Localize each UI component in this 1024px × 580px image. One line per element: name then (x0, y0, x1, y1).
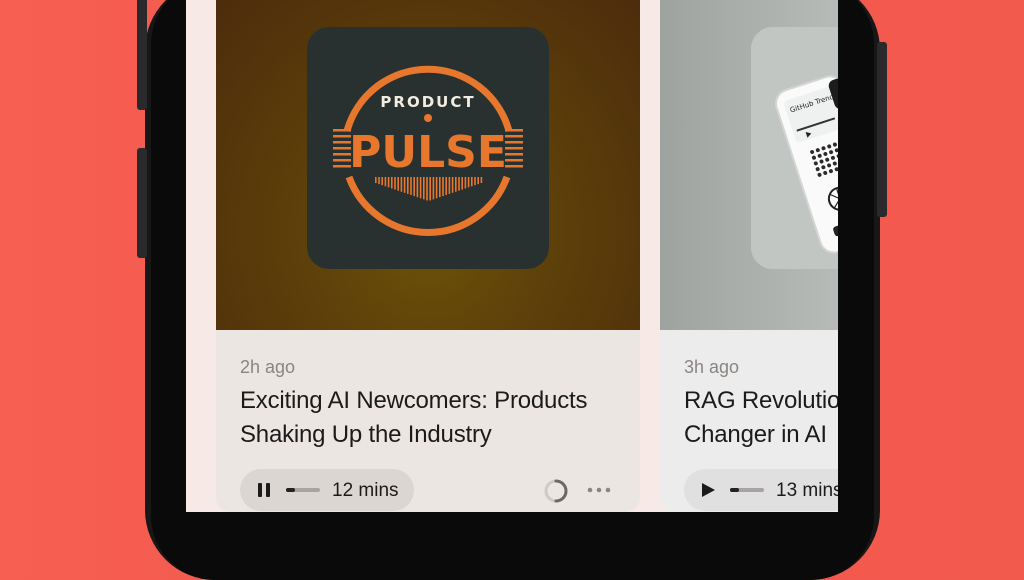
logo-sound-bar (433, 177, 435, 199)
podcast-artwork[interactable]: GitHub Trending (751, 27, 838, 269)
logo-sound-bar (452, 177, 454, 193)
volume-up-button (137, 0, 147, 110)
product-pulse-logo: PRODUCT PULSE (307, 27, 549, 269)
episode-hero: GitHub Trending (660, 0, 838, 330)
pause-icon[interactable] (256, 482, 272, 498)
logo-sound-bar (442, 177, 444, 196)
episode-title[interactable]: Exciting AI Newcomers: Products Shaking … (240, 384, 630, 452)
episode-card[interactable]: PRODUCT PULSE (216, 0, 640, 512)
logo-sound-bar (439, 177, 441, 197)
progress-bar[interactable] (286, 488, 320, 492)
progress-bar[interactable] (730, 488, 764, 492)
volume-down-button (137, 148, 147, 258)
logo-sound-bar (381, 177, 383, 185)
logo-sound-bar (404, 177, 406, 193)
brand-main-text: PULSE (349, 127, 507, 178)
power-button (877, 42, 887, 217)
episode-hero: PRODUCT PULSE (216, 0, 640, 330)
logo-sound-bar (388, 177, 390, 187)
logo-sound-bar (481, 177, 483, 183)
episode-card[interactable]: GitHub Trending (660, 0, 838, 512)
logo-sound-bar (458, 177, 460, 191)
logo-sound-bar (391, 177, 393, 188)
logo-sound-bar (394, 177, 396, 190)
logo-sound-bar (468, 177, 470, 187)
playback-control[interactable]: 13 mins (684, 469, 838, 511)
progress-fill (286, 488, 295, 492)
play-icon[interactable] (700, 482, 716, 498)
logo-sound-bar (429, 177, 431, 200)
progress-fill (730, 488, 739, 492)
episode-title[interactable]: RAG Revolutio Changer in AI (684, 384, 838, 452)
logo-sound-bar (477, 177, 479, 184)
logo-sound-bar (385, 177, 387, 186)
episode-time-ago: 2h ago (240, 357, 295, 378)
logo-sound-bar (413, 177, 415, 196)
logo-sound-bar (436, 177, 438, 198)
logo-sound-bar (471, 177, 473, 186)
episode-duration: 12 mins (332, 480, 399, 502)
logo-sound-bar (426, 177, 428, 200)
logo-sound-bar (417, 177, 419, 197)
screen: PRODUCT PULSE (186, 0, 838, 512)
logo-sound-bar (401, 177, 403, 192)
more-options-icon[interactable] (586, 483, 612, 497)
logo-sound-bar (410, 177, 412, 195)
brand-top-text: PRODUCT (380, 93, 475, 111)
playback-control[interactable]: 12 mins (240, 469, 414, 511)
logo-sound-bar (445, 177, 447, 195)
logo-sound-bar (407, 177, 409, 194)
logo-sound-bar (461, 177, 463, 190)
logo-sound-bar (397, 177, 399, 191)
loading-spinner-icon (543, 478, 569, 504)
github-trending-device-image: GitHub Trending (751, 27, 838, 269)
logo-sound-bar (423, 177, 425, 199)
episode-duration: 13 mins (776, 480, 838, 502)
logo-sound-bar (375, 177, 377, 183)
episode-time-ago: 3h ago (684, 357, 739, 378)
logo-sound-bar (378, 177, 380, 184)
logo-sound-bar (420, 177, 422, 198)
logo-sound-bar (455, 177, 457, 192)
logo-sound-bar (449, 177, 451, 194)
podcast-artwork[interactable]: PRODUCT PULSE (307, 27, 549, 269)
logo-sound-bar (474, 177, 476, 185)
logo-sound-bar (465, 177, 467, 188)
